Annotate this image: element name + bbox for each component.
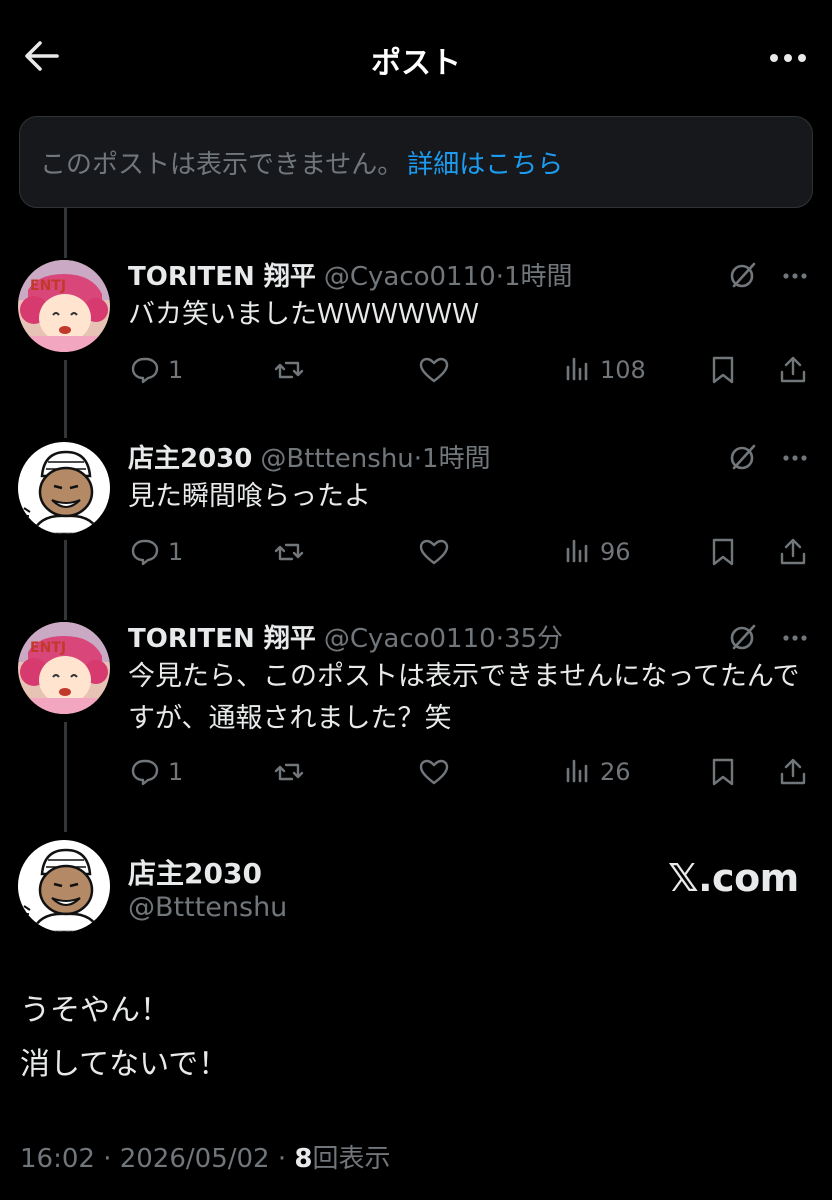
reply-button[interactable]: 1: [130, 748, 183, 796]
user-handle[interactable]: @Cyaco0110: [324, 624, 496, 654]
reply-icon: [131, 759, 159, 786]
like-button[interactable]: [418, 748, 450, 796]
bookmark-button[interactable]: [708, 528, 738, 576]
main-post-author: 店主2030 @Btttenshu 𝕏.com: [0, 840, 832, 940]
view-count: 96: [600, 538, 631, 566]
x-com-watermark: 𝕏.com: [668, 856, 799, 900]
repost-button[interactable]: [274, 346, 306, 394]
more-options-icon[interactable]: [775, 618, 815, 658]
bookmark-icon: [712, 538, 734, 566]
user-handle[interactable]: @Btttenshu: [260, 444, 413, 474]
user-handle[interactable]: @Btttenshu: [128, 892, 287, 923]
reply-icon: [131, 539, 159, 566]
reply-text: 今見たら、このポストは表示できませんになってたんですが、通報されました？笑: [128, 661, 800, 734]
views-button[interactable]: 108: [564, 346, 646, 394]
action-bar: 1 26: [0, 748, 832, 796]
bookmark-icon: [712, 758, 734, 786]
share-icon: [780, 356, 806, 383]
analytics-icon: [566, 539, 588, 563]
views-button[interactable]: 96: [564, 528, 631, 576]
views-label: 回表示: [312, 1144, 391, 1174]
page-title: ポスト: [371, 46, 461, 81]
unavailable-post-notice: このポストは表示できません。 詳細はこちら: [19, 116, 813, 208]
share-icon: [780, 758, 806, 785]
grok-icon[interactable]: [722, 438, 762, 478]
action-bar: 1 108: [0, 346, 832, 394]
repost-icon: [274, 361, 304, 379]
avatar[interactable]: [18, 622, 110, 714]
view-count: 8: [294, 1144, 313, 1174]
post-line: 消してないで！: [20, 1047, 229, 1082]
post-time[interactable]: ·1時間: [496, 262, 573, 292]
repost-button[interactable]: [274, 528, 306, 576]
reply-icon: [131, 357, 159, 384]
share-button[interactable]: [778, 748, 808, 796]
view-count: 26: [600, 758, 631, 786]
analytics-icon: [566, 357, 588, 381]
reply-text: バカ笑いましたＷＷＷＷＷＷ: [128, 299, 479, 330]
reply-header: TORITEN 翔平 @Cyaco0110·1時間: [128, 256, 573, 293]
repost-icon: [274, 543, 304, 561]
post-timestamp[interactable]: 16:02 · 2026/05/02 ·: [20, 1144, 294, 1174]
grok-icon[interactable]: [722, 618, 762, 658]
more-options-icon[interactable]: [775, 438, 815, 478]
post-time[interactable]: ·1時間: [414, 444, 491, 474]
main-post-text: うそやん！ 消してないで！: [20, 984, 228, 1092]
display-name[interactable]: TORITEN 翔平: [128, 624, 316, 654]
reply-count: 1: [168, 538, 184, 566]
reply-count: 1: [168, 356, 184, 384]
thread-line: [64, 208, 67, 258]
avatar[interactable]: [18, 260, 110, 352]
like-button[interactable]: [418, 346, 450, 394]
reply-count: 1: [168, 758, 184, 786]
reply-header: TORITEN 翔平 @Cyaco0110·35分: [128, 618, 563, 655]
heart-icon: [419, 759, 449, 785]
action-bar: 1 96: [0, 528, 832, 576]
notice-text: このポストは表示できません。: [40, 149, 404, 180]
reply-header: 店主2030 @Btttenshu·1時間: [128, 438, 491, 475]
more-options-button[interactable]: [764, 38, 812, 78]
grok-icon[interactable]: [722, 256, 762, 296]
post-meta: 16:02 · 2026/05/02 · 8回表示: [20, 1138, 390, 1175]
display-name[interactable]: TORITEN 翔平: [128, 262, 316, 292]
reply-text: 見た瞬間喰らったよ: [128, 481, 371, 512]
post-time[interactable]: ·35分: [496, 624, 563, 654]
user-handle[interactable]: @Cyaco0110: [324, 262, 496, 292]
share-button[interactable]: [778, 346, 808, 394]
reply-button[interactable]: 1: [130, 528, 183, 576]
bookmark-button[interactable]: [708, 748, 738, 796]
more-horizontal-icon: [770, 54, 806, 62]
top-bar: ポスト: [0, 0, 832, 110]
views-button[interactable]: 26: [564, 748, 631, 796]
more-options-icon[interactable]: [775, 256, 815, 296]
view-count: 108: [600, 356, 646, 384]
learn-more-link[interactable]: 詳細はこちら: [407, 144, 563, 181]
like-button[interactable]: [418, 528, 450, 576]
display-name[interactable]: 店主2030: [128, 444, 252, 474]
analytics-icon: [566, 759, 588, 783]
share-icon: [780, 538, 806, 565]
repost-icon: [274, 763, 304, 781]
display-name[interactable]: 店主2030: [128, 852, 262, 892]
repost-button[interactable]: [274, 748, 306, 796]
bookmark-icon: [712, 356, 734, 384]
bookmark-button[interactable]: [708, 346, 738, 394]
reply-button[interactable]: 1: [130, 346, 183, 394]
avatar[interactable]: [18, 840, 110, 932]
heart-icon: [419, 357, 449, 383]
heart-icon: [419, 539, 449, 565]
avatar[interactable]: [18, 442, 110, 534]
share-button[interactable]: [778, 528, 808, 576]
post-line: うそやん！: [20, 993, 170, 1028]
